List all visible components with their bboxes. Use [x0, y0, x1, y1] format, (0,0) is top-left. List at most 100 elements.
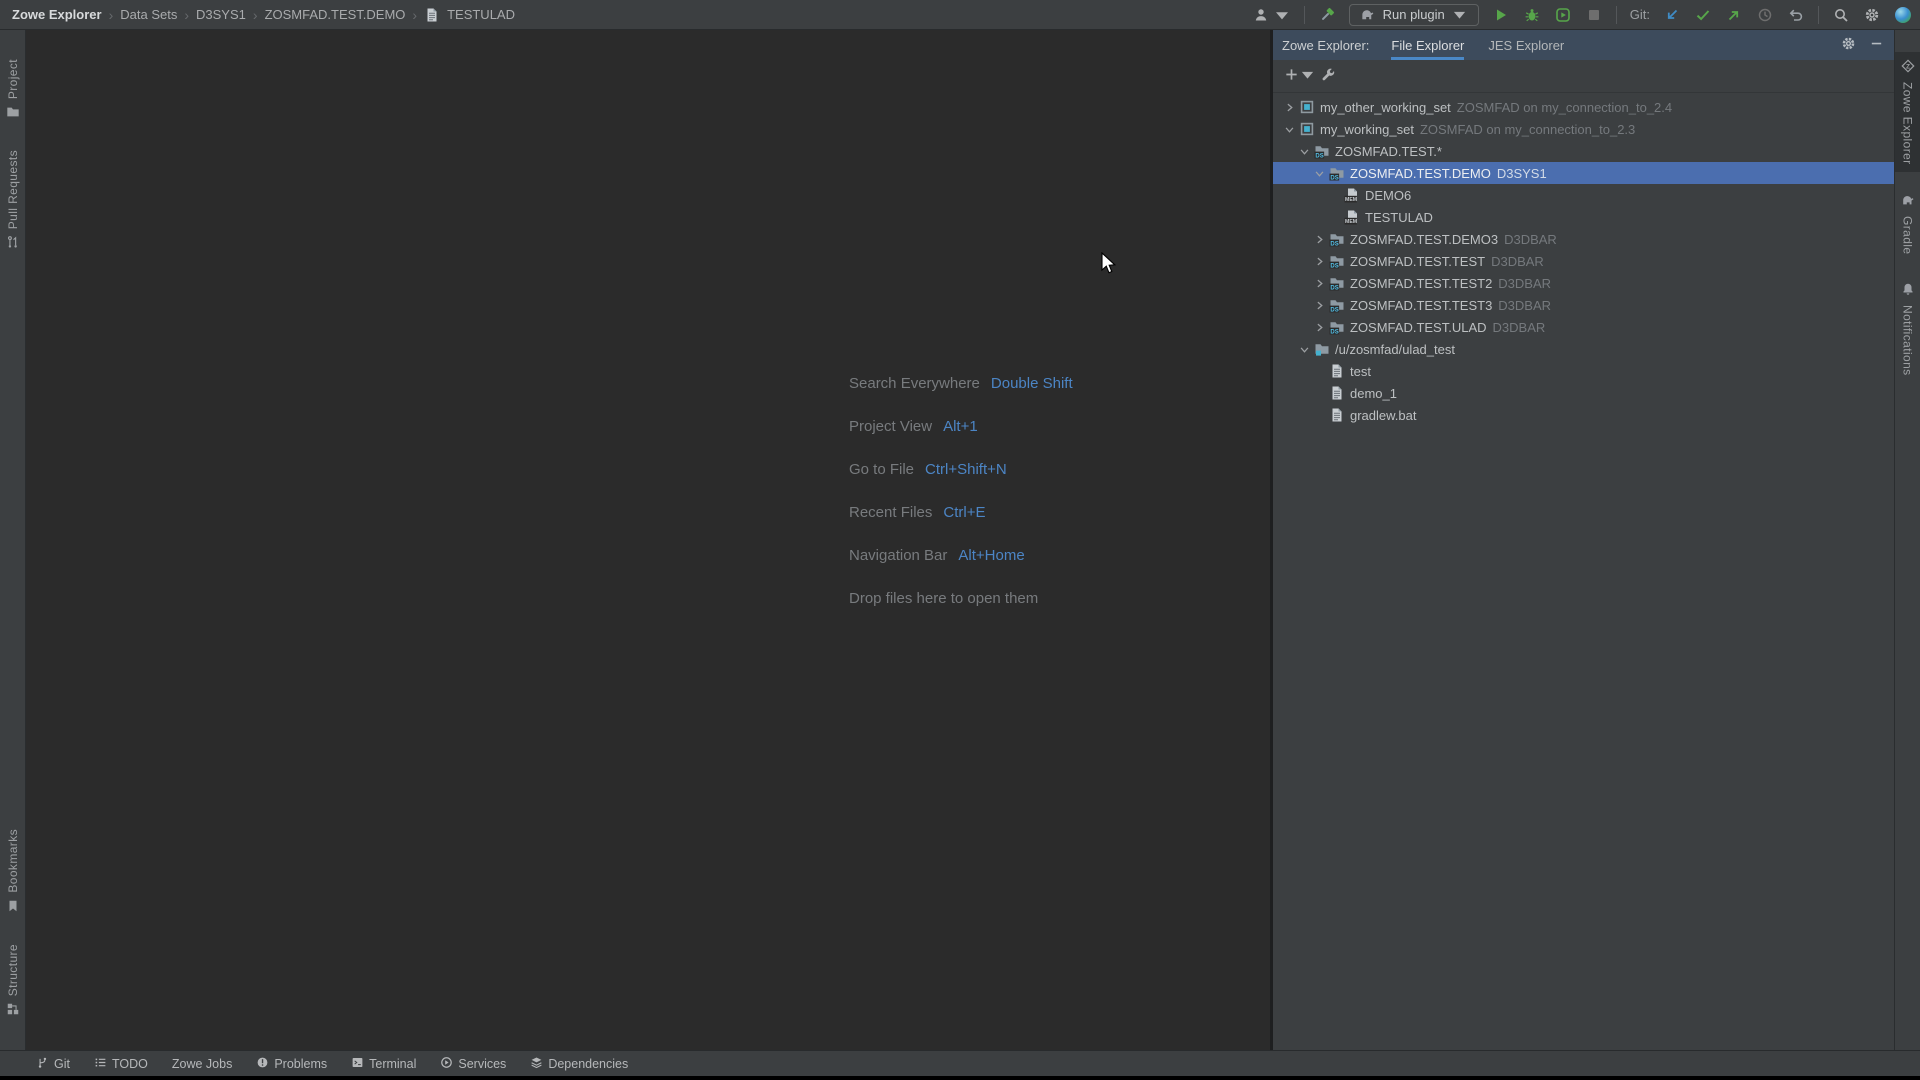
- run-play-icon[interactable]: [1492, 6, 1510, 24]
- tree-row[interactable]: my_other_working_setZOSMFAD on my_connec…: [1273, 96, 1894, 118]
- tree-node-suffix: D3DBAR: [1498, 276, 1551, 291]
- chevron-down-icon[interactable]: [1311, 165, 1328, 181]
- stripe-item-zowe-explorer[interactable]: ZZowe Explorer: [1895, 52, 1920, 172]
- wrench-icon[interactable]: [1321, 67, 1336, 85]
- add-button[interactable]: [1284, 67, 1307, 85]
- tree-node-label: TESTULAD: [1365, 210, 1433, 225]
- statusbar-item-terminal[interactable]: Terminal: [351, 1056, 416, 1072]
- chevron-right-icon[interactable]: [1311, 253, 1328, 269]
- breadcrumb-item[interactable]: Zowe Explorer: [12, 7, 102, 22]
- chevron-spacer: [1311, 363, 1328, 379]
- window-bottom-edge: [0, 1076, 1920, 1080]
- tree-row[interactable]: demo_1: [1273, 382, 1894, 404]
- stripe-item-project[interactable]: Project: [0, 52, 26, 129]
- breadcrumb-item[interactable]: Data Sets: [120, 7, 177, 22]
- shortcut-action-label: Navigation Bar: [849, 547, 947, 564]
- chevron-right-icon[interactable]: [1311, 275, 1328, 291]
- status-bar: Git TODO Zowe Jobs Problems Terminal Services…: [0, 1050, 1920, 1076]
- tree-node-suffix: D3DBAR: [1491, 254, 1544, 269]
- search-icon[interactable]: [1832, 6, 1850, 24]
- terminal-icon: [351, 1056, 364, 1072]
- git-update-icon[interactable]: [1663, 6, 1681, 24]
- gear-icon[interactable]: [1841, 36, 1856, 54]
- chevron-down-icon[interactable]: [1281, 121, 1298, 137]
- tree-row[interactable]: DSZOSMFAD.TEST.TEST3D3DBAR: [1273, 294, 1894, 316]
- tree-row[interactable]: DSZOSMFAD.TEST.ULADD3DBAR: [1273, 316, 1894, 338]
- uss-file-icon: [1328, 385, 1346, 401]
- statusbar-item-todo[interactable]: TODO: [94, 1056, 148, 1072]
- git-push-icon[interactable]: [1725, 6, 1743, 24]
- stop-icon[interactable]: [1585, 6, 1603, 24]
- dependencies-icon: [530, 1056, 543, 1072]
- tree-row[interactable]: MEMDEMO6: [1273, 184, 1894, 206]
- tree-row[interactable]: DSZOSMFAD.TEST.DEMOD3SYS1: [1273, 162, 1894, 184]
- stripe-item-structure[interactable]: Structure: [0, 937, 26, 1026]
- stripe-item-bookmarks[interactable]: Bookmarks: [0, 822, 26, 923]
- chevron-right-icon[interactable]: [1311, 231, 1328, 247]
- tree-row[interactable]: gradlew.bat: [1273, 404, 1894, 426]
- breadcrumb-item[interactable]: D3SYS1: [196, 7, 246, 22]
- toolbar-separator: [1616, 6, 1617, 24]
- tree-row[interactable]: test: [1273, 360, 1894, 382]
- statusbar-item-zowe-jobs[interactable]: Zowe Jobs: [172, 1057, 232, 1071]
- tree-row[interactable]: DSZOSMFAD.TEST.TESTD3DBAR: [1273, 250, 1894, 272]
- tree-row[interactable]: DSZOSMFAD.TEST.*: [1273, 140, 1894, 162]
- avatar-sphere-icon[interactable]: [1894, 6, 1912, 24]
- ide-window: Zowe Explorer›Data Sets›D3SYS1›ZOSMFAD.T…: [0, 0, 1920, 1080]
- rollback-icon[interactable]: [1787, 6, 1805, 24]
- chevron-spacer: [1326, 187, 1343, 203]
- zowe-explorer-tool-window: Zowe Explorer: File Explorer JES Explore…: [1270, 30, 1894, 1050]
- git-commit-icon[interactable]: [1694, 6, 1712, 24]
- statusbar-item-label: Git: [54, 1057, 70, 1071]
- shortcut-hint-line: Recent FilesCtrl+E: [849, 491, 1073, 534]
- tree-node-suffix: D3DBAR: [1498, 298, 1551, 313]
- shortcut-action-label: Go to File: [849, 461, 914, 478]
- tree-row[interactable]: MEM TESTULAD: [1273, 206, 1894, 228]
- tree-node-suffix: D3DBAR: [1504, 232, 1557, 247]
- minimize-icon[interactable]: [1869, 36, 1884, 54]
- run-configuration-label: Run plugin: [1383, 7, 1445, 22]
- statusbar-item-problems[interactable]: Problems: [256, 1056, 327, 1072]
- tree-node-label: ZOSMFAD.TEST.*: [1335, 144, 1442, 159]
- tree-row[interactable]: DSZOSMFAD.TEST.TEST2D3DBAR: [1273, 272, 1894, 294]
- breadcrumb-item[interactable]: TESTULAD: [447, 7, 515, 22]
- uss-file-icon: [1328, 407, 1346, 423]
- debug-bug-icon[interactable]: [1523, 6, 1541, 24]
- statusbar-item-services[interactable]: Services: [440, 1056, 506, 1072]
- run-configuration-selector[interactable]: Run plugin: [1349, 4, 1479, 26]
- shortcut-hint-line: Project ViewAlt+1: [849, 405, 1073, 448]
- dataset-folder-icon: DS: [1328, 297, 1346, 313]
- breadcrumb: Zowe Explorer›Data Sets›D3SYS1›ZOSMFAD.T…: [12, 7, 515, 23]
- chevron-down-icon[interactable]: [1296, 143, 1313, 159]
- tree-row[interactable]: my_working_setZOSMFAD on my_connection_t…: [1273, 118, 1894, 140]
- chevron-right-icon[interactable]: [1311, 319, 1328, 335]
- breadcrumb-file-icon: [424, 7, 440, 23]
- tab-jes-explorer[interactable]: JES Explorer: [1488, 30, 1564, 60]
- chevron-right-icon[interactable]: [1281, 99, 1298, 115]
- statusbar-item-label: Problems: [274, 1057, 327, 1071]
- stripe-item-gradle[interactable]: Gradle: [1895, 186, 1920, 261]
- chevron-down-icon[interactable]: [1296, 341, 1313, 357]
- user-icon-button[interactable]: [1252, 6, 1291, 24]
- chevron-right-icon[interactable]: [1311, 297, 1328, 313]
- breadcrumb-item[interactable]: ZOSMFAD.TEST.DEMO: [265, 7, 406, 22]
- chevron-spacer: [1311, 385, 1328, 401]
- main-area: ProjectPull Requests BookmarksStructure …: [0, 30, 1920, 1050]
- stripe-item-pull-requests[interactable]: Pull Requests: [0, 143, 26, 259]
- statusbar-item-dependencies[interactable]: Dependencies: [530, 1056, 628, 1072]
- history-icon[interactable]: [1756, 6, 1774, 24]
- hammer-icon[interactable]: [1318, 6, 1336, 24]
- shortcut-hint-line: Go to FileCtrl+Shift+N: [849, 448, 1073, 491]
- caret-down-small: [1273, 6, 1291, 24]
- settings-gear-icon[interactable]: [1863, 6, 1881, 24]
- tab-file-explorer[interactable]: File Explorer: [1391, 30, 1464, 60]
- profiler-icon[interactable]: [1554, 6, 1572, 24]
- tree-row[interactable]: DSZOSMFAD.TEST.DEMO3D3DBAR: [1273, 228, 1894, 250]
- svg-text:MEM: MEM: [1345, 219, 1357, 225]
- statusbar-item-git[interactable]: Git: [36, 1056, 70, 1072]
- stripe-item-label: Structure: [6, 944, 20, 996]
- gradle-elephant-icon: [1359, 6, 1377, 24]
- toolbar-separator: [1818, 6, 1819, 24]
- tree-row[interactable]: /u/zosmfad/ulad_test: [1273, 338, 1894, 360]
- stripe-item-notifications[interactable]: Notifications: [1895, 275, 1920, 383]
